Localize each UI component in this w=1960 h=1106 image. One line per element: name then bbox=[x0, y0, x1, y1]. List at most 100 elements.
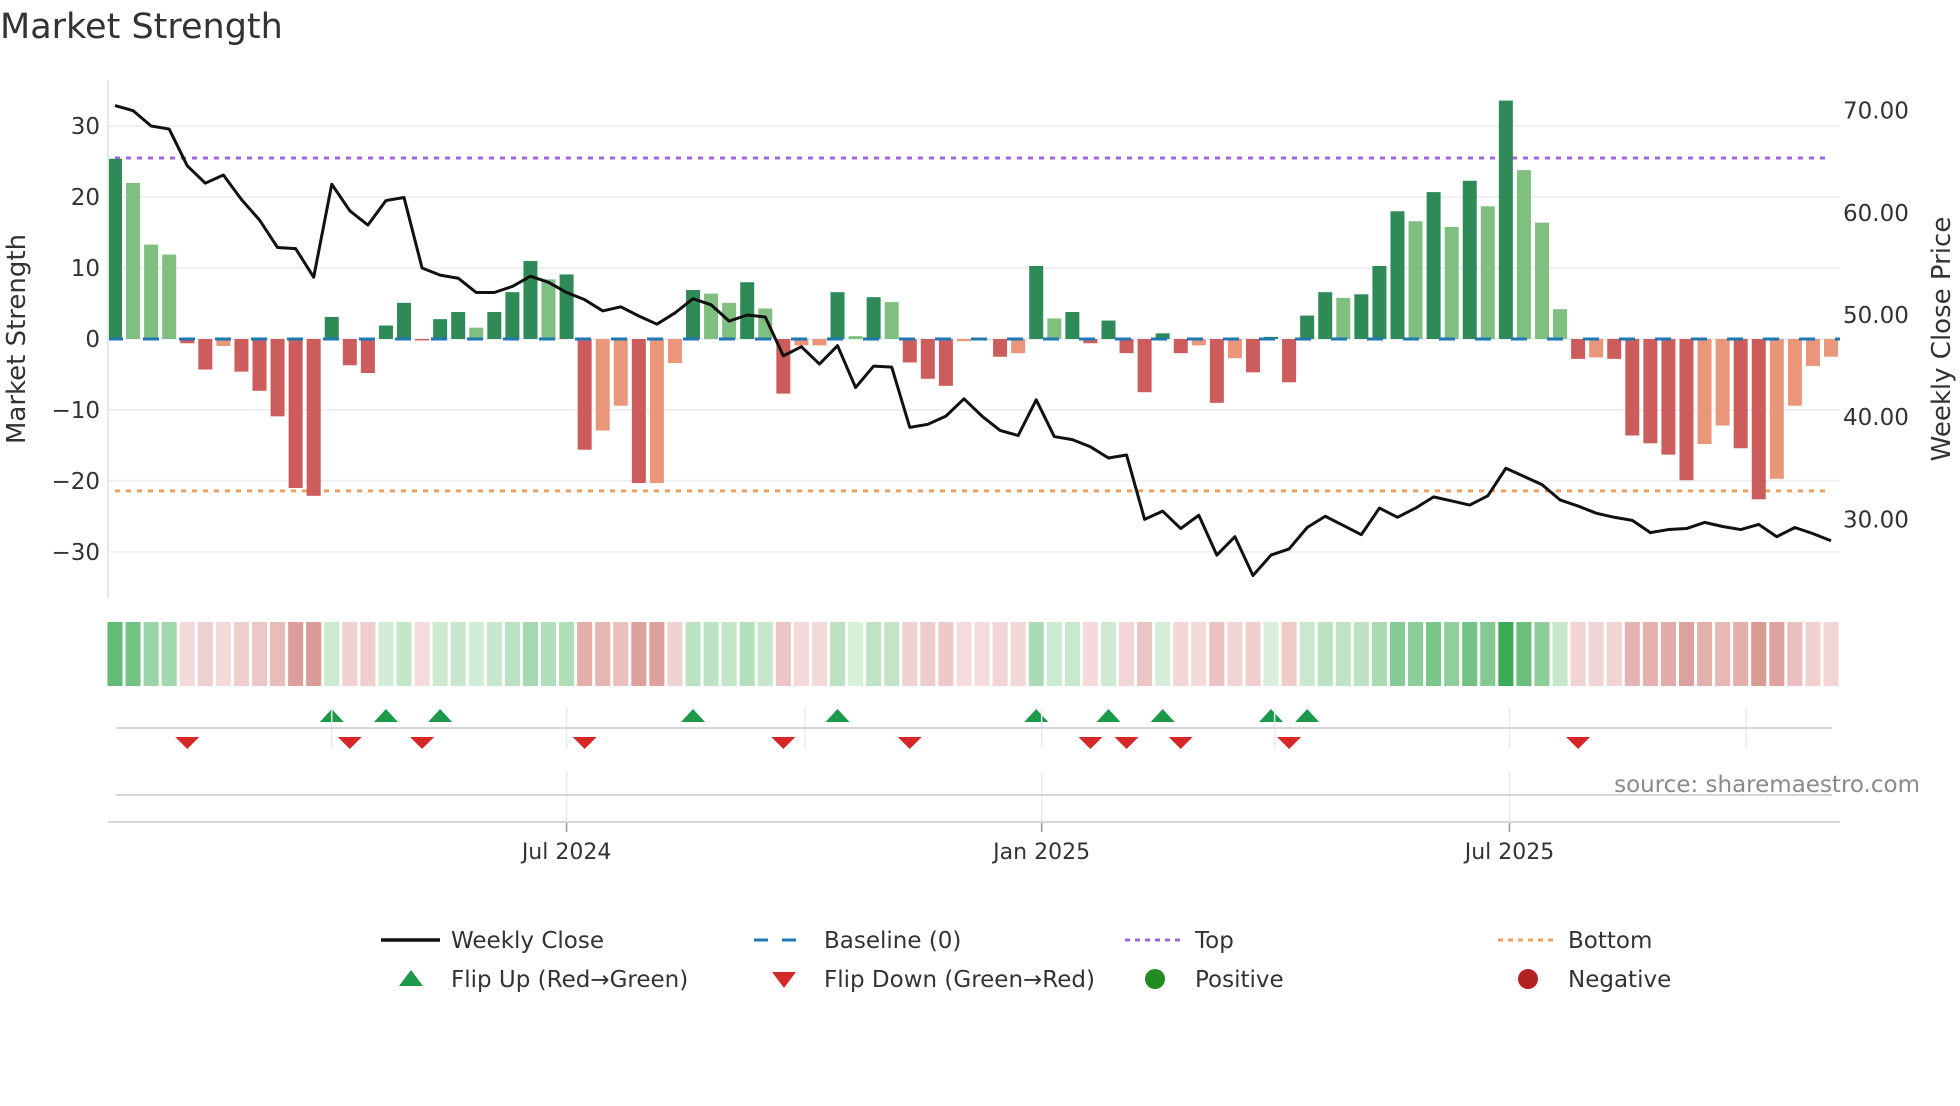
strength-bar bbox=[1769, 339, 1784, 479]
chart-title: Market Strength bbox=[0, 7, 283, 47]
y-tick-label: 20 bbox=[71, 185, 100, 211]
y-tick-label: −10 bbox=[51, 398, 100, 424]
heat-strip-cell bbox=[107, 622, 123, 686]
heat-strip-cell bbox=[1733, 622, 1749, 686]
strength-bar bbox=[1589, 339, 1604, 358]
legend-label: Positive bbox=[1195, 967, 1284, 993]
triangle-down-icon bbox=[772, 972, 796, 988]
legend-label: Baseline (0) bbox=[824, 928, 961, 954]
heat-strip-cell bbox=[161, 622, 177, 686]
heat-strip-cell bbox=[1823, 622, 1839, 686]
heat-strip-cell bbox=[1805, 622, 1821, 686]
strength-bar bbox=[1354, 294, 1369, 339]
flip-up-marker bbox=[373, 709, 398, 722]
heat-strip-cell bbox=[1245, 622, 1261, 686]
heat-strip-cell bbox=[1137, 622, 1153, 686]
legend-label: Bottom bbox=[1568, 928, 1652, 954]
heat-strip-cell bbox=[1787, 622, 1803, 686]
flip-down-marker bbox=[410, 737, 435, 749]
heat-strip-cell bbox=[577, 622, 593, 686]
strength-bar bbox=[397, 302, 412, 339]
strength-bar bbox=[1805, 339, 1820, 366]
heat-strip-cell bbox=[1769, 622, 1785, 686]
heat-strip-cell bbox=[1642, 622, 1658, 686]
heat-strip-cell bbox=[721, 622, 737, 686]
heat-strip-cell bbox=[848, 622, 864, 686]
y-tick-label: 10 bbox=[71, 256, 100, 282]
flip-up-marker bbox=[681, 709, 706, 722]
strength-bar bbox=[1282, 339, 1297, 383]
flip-down-marker bbox=[337, 737, 362, 749]
strength-bar bbox=[631, 339, 646, 484]
y-tick-label: 30 bbox=[71, 114, 100, 140]
strength-bar bbox=[1426, 192, 1441, 339]
heat-strip-cell bbox=[1335, 622, 1351, 686]
strength-bar bbox=[1571, 339, 1586, 359]
heat-strip-cell bbox=[595, 622, 611, 686]
strength-bar bbox=[1751, 339, 1766, 500]
heat-strip-cell bbox=[288, 622, 304, 686]
flip-down-marker bbox=[897, 737, 922, 749]
strength-bar bbox=[1065, 312, 1080, 339]
strength-bar bbox=[866, 297, 881, 339]
heat-strip-cell bbox=[143, 622, 159, 686]
heat-strip-cell bbox=[775, 622, 791, 686]
strength-bar bbox=[1011, 339, 1026, 354]
strength-bar bbox=[1824, 339, 1838, 357]
flip-up-marker bbox=[825, 709, 850, 722]
strength-bar bbox=[1498, 100, 1513, 339]
heat-strip-cell bbox=[540, 622, 557, 686]
strength-bar bbox=[1534, 222, 1549, 339]
heat-strip-cell bbox=[486, 622, 502, 686]
heat-strip-cell bbox=[866, 622, 882, 686]
heat-strip-cell bbox=[522, 622, 538, 686]
source-annotation: source: sharemaestro.com bbox=[1614, 772, 1920, 798]
strength-bar bbox=[1245, 339, 1260, 373]
strength-bar bbox=[920, 339, 935, 379]
heat-strip-cell bbox=[1552, 622, 1568, 686]
strength-bar bbox=[1047, 318, 1062, 339]
heat-strip-cell bbox=[793, 622, 809, 686]
strength-bar bbox=[1661, 339, 1676, 455]
strength-bar bbox=[415, 339, 430, 341]
strength-bar bbox=[288, 339, 303, 489]
strength-bar bbox=[162, 254, 177, 339]
strength-bar bbox=[1462, 180, 1477, 339]
heat-strip-cell bbox=[956, 622, 972, 686]
strength-bar bbox=[758, 308, 773, 339]
strength-bar bbox=[956, 339, 971, 342]
heat-strip-cell bbox=[1028, 622, 1044, 686]
strength-bar bbox=[378, 325, 393, 339]
y-tick-label: −20 bbox=[51, 469, 100, 495]
strength-bar bbox=[1119, 339, 1134, 354]
strength-bar bbox=[144, 244, 159, 339]
heat-strip-cell bbox=[342, 622, 358, 686]
strength-bar bbox=[541, 279, 556, 339]
strength-bar bbox=[704, 293, 719, 339]
strength-bar bbox=[1787, 339, 1802, 406]
heat-strip-cell bbox=[1588, 622, 1604, 686]
flip-down-marker bbox=[1168, 737, 1193, 749]
heat-strip-cell bbox=[1281, 622, 1297, 686]
strength-bar bbox=[1336, 297, 1351, 339]
strength-bar bbox=[1408, 221, 1423, 339]
strength-bar bbox=[595, 339, 610, 431]
strength-bar bbox=[1173, 339, 1188, 354]
heat-strip-cell bbox=[1624, 622, 1640, 686]
heat-strip-cell bbox=[1426, 622, 1442, 686]
heat-strip-cell bbox=[1570, 622, 1586, 686]
heat-strip-cell bbox=[757, 622, 773, 686]
heat-strip-cell bbox=[1715, 622, 1731, 686]
strength-bar bbox=[649, 339, 664, 484]
heat-strip-cell bbox=[233, 622, 249, 686]
flip-up-marker bbox=[1024, 709, 1049, 722]
legend: Weekly Close Baseline (0) Top Bottom Flip Up… bbox=[381, 928, 1671, 993]
legend-label: Weekly Close bbox=[451, 928, 604, 954]
heat-strip-cell bbox=[360, 622, 376, 686]
strength-bar bbox=[487, 312, 502, 339]
reference-lines bbox=[115, 156, 1825, 493]
heat-strip-cell bbox=[559, 622, 575, 686]
flip-down-marker bbox=[1114, 737, 1139, 749]
strength-bar bbox=[1697, 339, 1712, 445]
heat-strip-cell bbox=[1064, 622, 1080, 686]
